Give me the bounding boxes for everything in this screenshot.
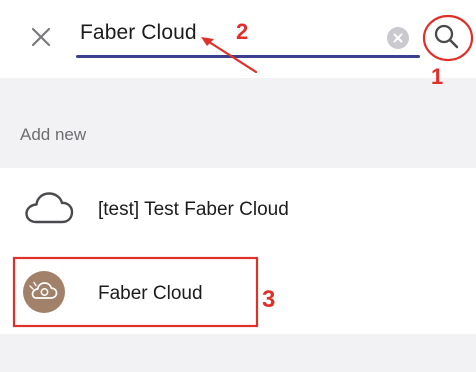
faber-cloud-avatar-icon — [29, 281, 58, 299]
search-input[interactable]: Faber Cloud — [80, 21, 197, 45]
annotation-label-3: 3 — [262, 286, 276, 313]
list-item-faber-cloud[interactable]: Faber Cloud — [0, 251, 476, 334]
list-item-label: [test] Test Faber Cloud — [98, 199, 289, 220]
close-icon — [31, 27, 51, 47]
section-title: Add new — [20, 125, 87, 144]
list-item-test-faber-cloud[interactable]: [test] Test Faber Cloud — [0, 168, 476, 251]
annotation-label-2: 2 — [236, 19, 249, 44]
search-icon — [434, 24, 459, 49]
avatar — [23, 271, 65, 313]
annotation-label-1: 1 — [431, 64, 444, 89]
clear-icon — [393, 33, 403, 43]
close-button[interactable] — [26, 22, 56, 52]
clear-search-button[interactable] — [387, 27, 409, 49]
search-button[interactable] — [430, 20, 464, 54]
list-item-label: Faber Cloud — [98, 283, 203, 304]
search-input-underline — [76, 55, 420, 58]
cloud-outline-icon — [25, 192, 74, 224]
